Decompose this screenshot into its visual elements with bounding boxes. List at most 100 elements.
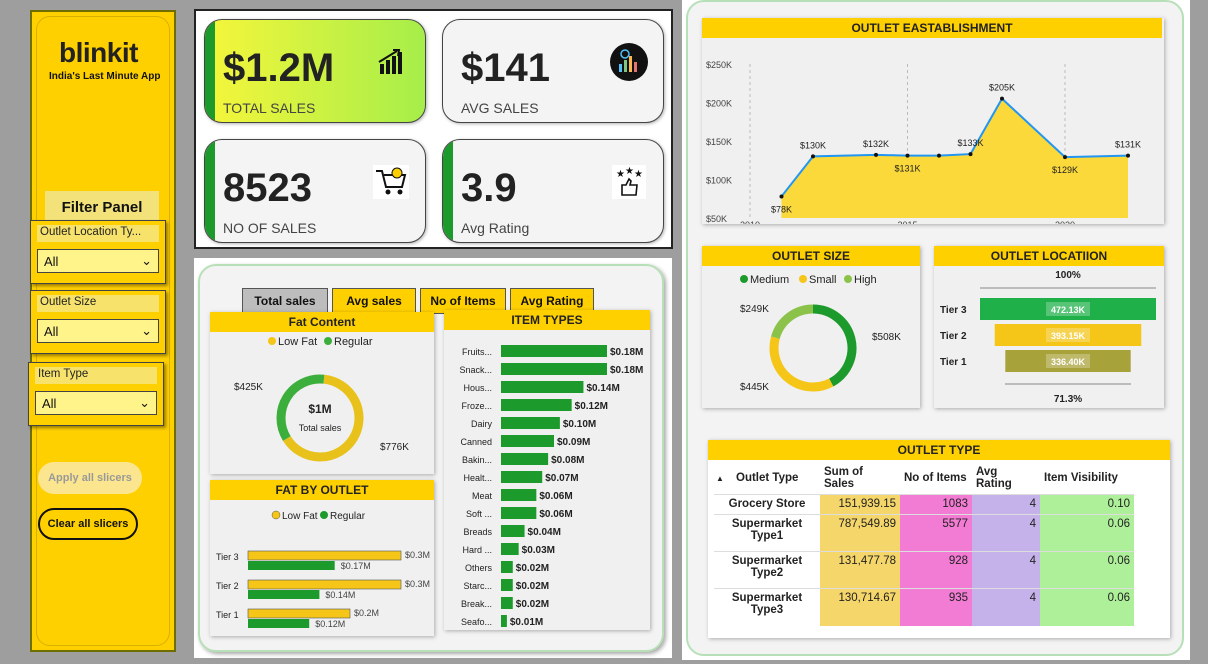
- kpi-accent-bar: [443, 140, 453, 242]
- col-avg-rating[interactable]: Avg Rating: [972, 462, 1040, 495]
- item-type-label: Starc...: [463, 581, 492, 591]
- data-label: $132K: [863, 139, 889, 149]
- regular-bar: [248, 619, 310, 628]
- item-type-label: Breads: [463, 527, 492, 537]
- kpi-total-sales: $1.2M TOTAL SALES: [204, 19, 426, 123]
- item-type-label: Froze...: [461, 401, 492, 411]
- y-tick: $50K: [706, 214, 727, 224]
- data-point: [874, 152, 878, 157]
- data-point: [905, 153, 910, 158]
- outlet-location-card: OUTLET LOCATIION 100% 71.3% Tier 3 472.13…: [934, 246, 1164, 408]
- item-type-label: Break...: [461, 599, 492, 609]
- legend-regular: Regular: [334, 336, 373, 348]
- logo-tagline: India's Last Minute App: [49, 71, 161, 82]
- funnel-top-pct: 100%: [1055, 270, 1081, 281]
- item-type-value: $0.08M: [551, 455, 584, 466]
- item-type-bar: [501, 399, 572, 411]
- card-title: OUTLET TYPE: [708, 440, 1170, 460]
- item-type-value: $0.04M: [528, 527, 561, 538]
- sort-ascending-icon[interactable]: ▲: [716, 474, 724, 483]
- cell-sum-of-sales: 130,714.67: [820, 588, 900, 626]
- svg-text:★: ★: [616, 169, 625, 180]
- kpi-value: $141: [461, 46, 550, 90]
- item-type-value: $0.03M: [522, 545, 555, 556]
- kpi-value: 8523: [223, 166, 312, 210]
- svg-text:★: ★: [634, 169, 643, 180]
- col-no-of-items[interactable]: No of Items: [900, 462, 972, 495]
- outlet-establishment-card: OUTLET EASTABLISHMENT $50K $100K $150K $200…: [702, 18, 1164, 224]
- kpi-caption: Avg Rating: [461, 220, 530, 236]
- chevron-down-icon: ⌄: [139, 395, 150, 410]
- tab-total-sales[interactable]: Total sales: [242, 288, 328, 314]
- donut-center-value: $1M: [308, 402, 331, 416]
- clear-slicers-button[interactable]: Clear all slicers: [38, 508, 138, 540]
- card-title: Fat Content: [210, 312, 434, 332]
- card-title: OUTLET EASTABLISHMENT: [702, 18, 1162, 38]
- cell-outlet-type: Supermarket Type2: [714, 551, 820, 589]
- tab-avg-sales[interactable]: Avg sales: [332, 288, 416, 314]
- item-type-value: $0.02M: [516, 581, 549, 592]
- lowfat-bar: [247, 550, 402, 561]
- slicer-label: Outlet Size: [37, 295, 159, 312]
- fat-by-outlet-card: FAT BY OUTLET Low Fat Regular Tier 3 $0.3…: [210, 480, 434, 636]
- item-type-label: Healt...: [463, 473, 492, 483]
- card-title: OUTLET SIZE: [702, 246, 920, 266]
- table-row[interactable]: Supermarket Type1 787,549.89 5577 4 0.06: [714, 514, 1134, 552]
- chevron-down-icon: ⌄: [141, 323, 152, 338]
- outlet-location-chart: 100% 71.3% Tier 3 472.13K Tier 2 393.15K Tie…: [940, 270, 1156, 405]
- kpi-value: 3.9: [461, 166, 517, 210]
- col-item-visibility[interactable]: Item Visibility: [1040, 462, 1134, 495]
- outlet-type-card: OUTLET TYPE Outlet Type Sum of Sales No …: [708, 440, 1170, 638]
- item-type-bar: [501, 435, 554, 447]
- legend-high: High: [854, 274, 877, 286]
- tier-label: Tier 2: [940, 331, 967, 342]
- cell-item-visibility: 0.06: [1040, 588, 1134, 626]
- data-label: $131K: [894, 164, 920, 174]
- cell-item-visibility: 0.10: [1040, 494, 1134, 515]
- tier-label: Tier 1: [940, 357, 967, 368]
- lowfat-value: $0.3M: [405, 579, 430, 589]
- filter-panel-title: Filter Panel: [45, 191, 159, 223]
- table-row[interactable]: Grocery Store 151,939.15 1083 4 0.10: [714, 494, 1134, 515]
- cell-outlet-type: Supermarket Type1: [714, 514, 820, 552]
- item-type-label: Others: [465, 563, 493, 573]
- cell-outlet-type: Grocery Store: [714, 494, 820, 515]
- outlet-size-dropdown[interactable]: All ⌄: [37, 319, 159, 343]
- item-type-bar: [501, 597, 513, 609]
- col-sum-of-sales[interactable]: Sum of Sales: [820, 462, 900, 495]
- dropdown-value: All: [44, 253, 59, 269]
- item-type-label: Seafo...: [461, 617, 492, 627]
- cell-no-of-items: 928: [900, 551, 972, 589]
- legend-regular: Regular: [330, 511, 366, 522]
- dropdown-value: All: [44, 323, 59, 339]
- kpi-caption: TOTAL SALES: [223, 100, 316, 116]
- kpi-accent-bar: [205, 20, 215, 122]
- outlet-size-chart: Medium Small High $508K $445K $249K: [740, 274, 901, 393]
- regular-value: $0.14M: [325, 590, 355, 600]
- col-outlet-type[interactable]: Outlet Type: [714, 462, 820, 495]
- data-label: $205K: [989, 83, 1015, 93]
- right-panel-frame: OUTLET EASTABLISHMENT $50K $100K $150K $200…: [686, 0, 1184, 656]
- outlet-location-dropdown[interactable]: All ⌄: [37, 249, 159, 273]
- data-point: [1000, 96, 1004, 101]
- item-types-card: ITEM TYPES Fruits... $0.18M Snack... $0.18M…: [444, 310, 650, 630]
- y-tick: $200K: [706, 99, 732, 109]
- fat-content-chart: Low Fat Regular $1M Total sales $425K $7…: [234, 336, 409, 462]
- table-row[interactable]: Supermarket Type3 130,714.67 935 4 0.06: [714, 588, 1134, 626]
- apply-slicers-button[interactable]: Apply all slicers: [38, 462, 142, 494]
- item-types-chart: Fruits... $0.18M Snack... $0.18M Hous... $0.1…: [459, 345, 643, 628]
- item-type-value: $0.01M: [510, 617, 543, 628]
- area-fill: [781, 98, 1128, 218]
- data-label: $130K: [800, 140, 826, 150]
- card-title: OUTLET LOCATIION: [934, 246, 1164, 266]
- establishment-chart: $50K $100K $150K $200K $250K 2010 2015 2020 $78K…: [706, 60, 1141, 224]
- legend-medium: Medium: [750, 274, 789, 286]
- filter-sidebar: blinkit India's Last Minute App Filter P…: [28, 10, 176, 652]
- table-row[interactable]: Supermarket Type2 131,477.78 928 4 0.06: [714, 551, 1134, 589]
- item-type-bar: [501, 507, 537, 519]
- cart-icon: [371, 162, 411, 202]
- funnel-value: 336.40K: [1051, 357, 1086, 367]
- kpi-no-of-sales: 8523 NO OF SALES: [204, 139, 426, 243]
- outlet-size-card: OUTLET SIZE Medium Small High $508K $445…: [702, 246, 920, 408]
- item-type-dropdown[interactable]: All ⌄: [35, 391, 157, 415]
